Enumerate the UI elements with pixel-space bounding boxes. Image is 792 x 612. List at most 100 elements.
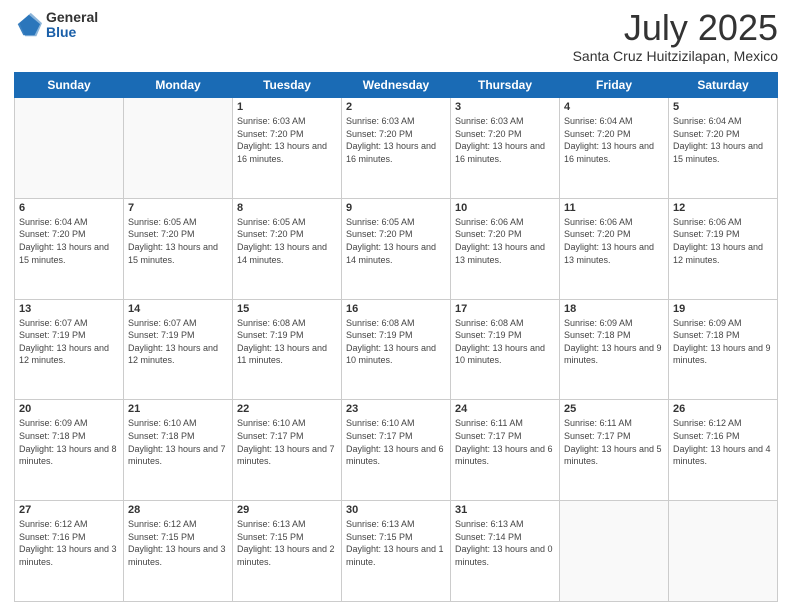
week-row-1: 6 Sunrise: 6:04 AM Sunset: 7:20 PM Daylig… <box>15 198 778 299</box>
col-tuesday: Tuesday <box>233 73 342 98</box>
day-number: 27 <box>19 504 119 516</box>
day-number: 9 <box>346 202 446 214</box>
cell-w1d3: 9 Sunrise: 6:05 AM Sunset: 7:20 PM Daylig… <box>342 198 451 299</box>
cell-w4d5 <box>560 501 669 602</box>
calendar-header: Sunday Monday Tuesday Wednesday Thursday… <box>15 73 778 98</box>
day-info: Sunrise: 6:12 AM Sunset: 7:15 PM Dayligh… <box>128 518 228 568</box>
day-info: Sunrise: 6:08 AM Sunset: 7:19 PM Dayligh… <box>346 317 446 367</box>
day-number: 22 <box>237 403 337 415</box>
day-info: Sunrise: 6:09 AM Sunset: 7:18 PM Dayligh… <box>673 317 773 367</box>
day-info: Sunrise: 6:04 AM Sunset: 7:20 PM Dayligh… <box>564 115 664 165</box>
cell-w0d0 <box>15 98 124 199</box>
cell-w1d5: 11 Sunrise: 6:06 AM Sunset: 7:20 PM Dayli… <box>560 198 669 299</box>
day-info: Sunrise: 6:09 AM Sunset: 7:18 PM Dayligh… <box>19 417 119 467</box>
day-number: 11 <box>564 202 664 214</box>
day-info: Sunrise: 6:06 AM Sunset: 7:20 PM Dayligh… <box>455 216 555 266</box>
day-number: 31 <box>455 504 555 516</box>
cell-w1d6: 12Sunrise: 6:06 AM Sunset: 7:19 PM Dayli… <box>669 198 778 299</box>
cell-w3d2: 22 Sunrise: 6:10 AM Sunset: 7:17 PM Dayli… <box>233 400 342 501</box>
day-info: Sunrise: 6:13 AM Sunset: 7:15 PM Dayligh… <box>346 518 446 568</box>
day-info: Sunrise: 6:10 AM Sunset: 7:17 PM Dayligh… <box>346 417 446 467</box>
cell-w2d0: 13 Sunrise: 6:07 AM Sunset: 7:19 PM Dayli… <box>15 299 124 400</box>
cell-w2d6: 19 Sunrise: 6:09 AM Sunset: 7:18 PM Dayli… <box>669 299 778 400</box>
cell-w4d2: 29Sunrise: 6:13 AM Sunset: 7:15 PM Dayli… <box>233 501 342 602</box>
cell-w0d6: 5Sunrise: 6:04 AM Sunset: 7:20 PM Daylig… <box>669 98 778 199</box>
day-number: 10 <box>455 202 555 214</box>
col-wednesday: Wednesday <box>342 73 451 98</box>
day-number: 17 <box>455 303 555 315</box>
col-friday: Friday <box>560 73 669 98</box>
day-info: Sunrise: 6:06 AM Sunset: 7:20 PM Dayligh… <box>564 216 664 266</box>
week-row-3: 20 Sunrise: 6:09 AM Sunset: 7:18 PM Dayli… <box>15 400 778 501</box>
day-number: 18 <box>564 303 664 315</box>
day-number: 1 <box>237 101 337 113</box>
day-info: Sunrise: 6:13 AM Sunset: 7:14 PM Dayligh… <box>455 518 555 568</box>
day-number: 12 <box>673 202 773 214</box>
cell-w3d3: 23 Sunrise: 6:10 AM Sunset: 7:17 PM Dayli… <box>342 400 451 501</box>
logo-text: General Blue <box>46 10 98 41</box>
cell-w3d0: 20 Sunrise: 6:09 AM Sunset: 7:18 PM Dayli… <box>15 400 124 501</box>
day-info: Sunrise: 6:04 AM Sunset: 7:20 PM Dayligh… <box>19 216 119 266</box>
cell-w0d4: 3Sunrise: 6:03 AM Sunset: 7:20 PM Daylig… <box>451 98 560 199</box>
day-info: Sunrise: 6:05 AM Sunset: 7:20 PM Dayligh… <box>237 216 337 266</box>
day-info: Sunrise: 6:10 AM Sunset: 7:18 PM Dayligh… <box>128 417 228 467</box>
col-saturday: Saturday <box>669 73 778 98</box>
day-info: Sunrise: 6:10 AM Sunset: 7:17 PM Dayligh… <box>237 417 337 467</box>
day-number: 29 <box>237 504 337 516</box>
day-number: 30 <box>346 504 446 516</box>
day-info: Sunrise: 6:05 AM Sunset: 7:20 PM Dayligh… <box>346 216 446 266</box>
day-number: 6 <box>19 202 119 214</box>
cell-w0d3: 2 Sunrise: 6:03 AM Sunset: 7:20 PM Daylig… <box>342 98 451 199</box>
day-info: Sunrise: 6:08 AM Sunset: 7:19 PM Dayligh… <box>237 317 337 367</box>
cell-w3d1: 21 Sunrise: 6:10 AM Sunset: 7:18 PM Dayli… <box>124 400 233 501</box>
calendar-body: 1 Sunrise: 6:03 AM Sunset: 7:20 PM Daylig… <box>15 98 778 602</box>
day-number: 13 <box>19 303 119 315</box>
cell-w1d0: 6 Sunrise: 6:04 AM Sunset: 7:20 PM Daylig… <box>15 198 124 299</box>
day-number: 16 <box>346 303 446 315</box>
cell-w1d1: 7 Sunrise: 6:05 AM Sunset: 7:20 PM Daylig… <box>124 198 233 299</box>
day-number: 23 <box>346 403 446 415</box>
day-number: 2 <box>346 101 446 113</box>
day-number: 3 <box>455 101 555 113</box>
day-number: 26 <box>673 403 773 415</box>
week-row-0: 1 Sunrise: 6:03 AM Sunset: 7:20 PM Daylig… <box>15 98 778 199</box>
calendar-table: Sunday Monday Tuesday Wednesday Thursday… <box>14 72 778 602</box>
cell-w4d4: 31 Sunrise: 6:13 AM Sunset: 7:14 PM Dayli… <box>451 501 560 602</box>
day-info: Sunrise: 6:11 AM Sunset: 7:17 PM Dayligh… <box>564 417 664 467</box>
day-number: 19 <box>673 303 773 315</box>
cell-w4d1: 28Sunrise: 6:12 AM Sunset: 7:15 PM Dayli… <box>124 501 233 602</box>
day-info: Sunrise: 6:03 AM Sunset: 7:20 PM Dayligh… <box>346 115 446 165</box>
day-number: 25 <box>564 403 664 415</box>
day-info: Sunrise: 6:12 AM Sunset: 7:16 PM Dayligh… <box>673 417 773 467</box>
col-thursday: Thursday <box>451 73 560 98</box>
day-number: 20 <box>19 403 119 415</box>
day-info: Sunrise: 6:07 AM Sunset: 7:19 PM Dayligh… <box>19 317 119 367</box>
header: General Blue July 2025 Santa Cruz Huitzi… <box>14 10 778 64</box>
cell-w2d3: 16 Sunrise: 6:08 AM Sunset: 7:19 PM Dayli… <box>342 299 451 400</box>
day-number: 21 <box>128 403 228 415</box>
cell-w2d4: 17Sunrise: 6:08 AM Sunset: 7:19 PM Dayli… <box>451 299 560 400</box>
day-info: Sunrise: 6:11 AM Sunset: 7:17 PM Dayligh… <box>455 417 555 467</box>
day-number: 7 <box>128 202 228 214</box>
day-info: Sunrise: 6:07 AM Sunset: 7:19 PM Dayligh… <box>128 317 228 367</box>
day-info: Sunrise: 6:04 AM Sunset: 7:20 PM Dayligh… <box>673 115 773 165</box>
weekday-row: Sunday Monday Tuesday Wednesday Thursday… <box>15 73 778 98</box>
cell-w2d1: 14Sunrise: 6:07 AM Sunset: 7:19 PM Dayli… <box>124 299 233 400</box>
cell-w2d2: 15Sunrise: 6:08 AM Sunset: 7:19 PM Dayli… <box>233 299 342 400</box>
cell-w0d2: 1Sunrise: 6:03 AM Sunset: 7:20 PM Daylig… <box>233 98 342 199</box>
page: General Blue July 2025 Santa Cruz Huitzi… <box>0 0 792 612</box>
cell-w4d6 <box>669 501 778 602</box>
cell-w4d0: 27Sunrise: 6:12 AM Sunset: 7:16 PM Dayli… <box>15 501 124 602</box>
cell-w4d3: 30 Sunrise: 6:13 AM Sunset: 7:15 PM Dayli… <box>342 501 451 602</box>
cell-w0d1 <box>124 98 233 199</box>
col-monday: Monday <box>124 73 233 98</box>
day-number: 4 <box>564 101 664 113</box>
day-info: Sunrise: 6:09 AM Sunset: 7:18 PM Dayligh… <box>564 317 664 367</box>
month-title: July 2025 <box>573 10 778 46</box>
title-section: July 2025 Santa Cruz Huitzizilapan, Mexi… <box>573 10 778 64</box>
logo: General Blue <box>14 10 98 41</box>
cell-w2d5: 18 Sunrise: 6:09 AM Sunset: 7:18 PM Dayli… <box>560 299 669 400</box>
col-sunday: Sunday <box>15 73 124 98</box>
day-number: 8 <box>237 202 337 214</box>
day-info: Sunrise: 6:05 AM Sunset: 7:20 PM Dayligh… <box>128 216 228 266</box>
